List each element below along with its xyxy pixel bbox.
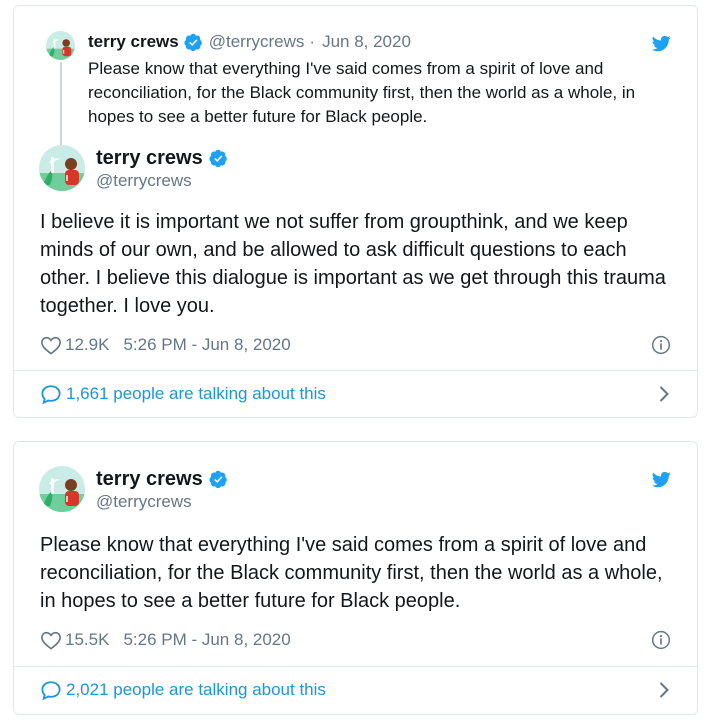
avatar[interactable] <box>39 466 85 512</box>
conversation-link[interactable]: 1,661 people are talking about this <box>40 382 671 406</box>
divider <box>14 666 697 667</box>
info-icon[interactable] <box>651 630 671 650</box>
like-count[interactable]: 15.5K <box>65 630 109 650</box>
tweet-text: Please know that everything I've said co… <box>40 534 663 612</box>
conversation-link[interactable]: 2,021 people are talking about this <box>40 678 671 702</box>
tweet-stats-row: 12.9K 5:26 PM - Jun 8, 2020 <box>40 333 671 357</box>
speech-bubble-icon <box>40 384 62 404</box>
verified-badge-icon <box>184 33 203 52</box>
quoted-tweet-header: terry crews @terrycrews · Jun 8, 2020 <box>88 31 411 53</box>
author-handle[interactable]: @terrycrews <box>96 170 192 192</box>
tweet-timestamp[interactable]: 5:26 PM - Jun 8, 2020 <box>123 630 290 650</box>
conversation-count[interactable]: 2,021 people are talking about this <box>66 680 326 700</box>
avatar[interactable] <box>39 145 85 191</box>
heart-icon[interactable] <box>40 335 62 355</box>
author-name[interactable]: terry crews <box>96 467 203 491</box>
thread-connector-line <box>60 62 62 146</box>
twitter-bird-icon[interactable] <box>650 470 673 489</box>
divider <box>14 370 697 371</box>
author-handle[interactable]: @terrycrews <box>96 491 192 513</box>
author-name[interactable]: terry crews <box>88 31 179 53</box>
tweet-date[interactable]: Jun 8, 2020 <box>322 31 411 53</box>
author-name-row: terry crews <box>96 146 228 170</box>
avatar[interactable] <box>46 31 75 60</box>
like-count[interactable]: 12.9K <box>65 335 109 355</box>
tweet-embed-card: terry crews @terrycrews Please know that… <box>13 441 698 715</box>
chevron-right-icon[interactable] <box>657 385 671 403</box>
tweet-stats-row: 15.5K 5:26 PM - Jun 8, 2020 <box>40 628 671 652</box>
quoted-tweet-text: Please know that everything I've said co… <box>88 59 636 126</box>
twitter-bird-icon[interactable] <box>650 34 673 53</box>
tweet-text: I believe it is important we not suffer … <box>40 211 666 317</box>
tweet-timestamp[interactable]: 5:26 PM - Jun 8, 2020 <box>123 335 290 355</box>
chevron-right-icon[interactable] <box>657 681 671 699</box>
separator-dot: · <box>309 32 316 51</box>
author-name[interactable]: terry crews <box>96 146 203 170</box>
heart-icon[interactable] <box>40 630 62 650</box>
verified-badge-icon <box>209 149 228 168</box>
conversation-count[interactable]: 1,661 people are talking about this <box>66 384 326 404</box>
tweet-embed-card: terry crews @terrycrews · Jun 8, 2020 Pl… <box>13 5 698 418</box>
speech-bubble-icon <box>40 680 62 700</box>
verified-badge-icon <box>209 470 228 489</box>
author-handle[interactable]: @terrycrews <box>209 31 305 53</box>
info-icon[interactable] <box>651 335 671 355</box>
author-name-row: terry crews <box>96 467 228 491</box>
